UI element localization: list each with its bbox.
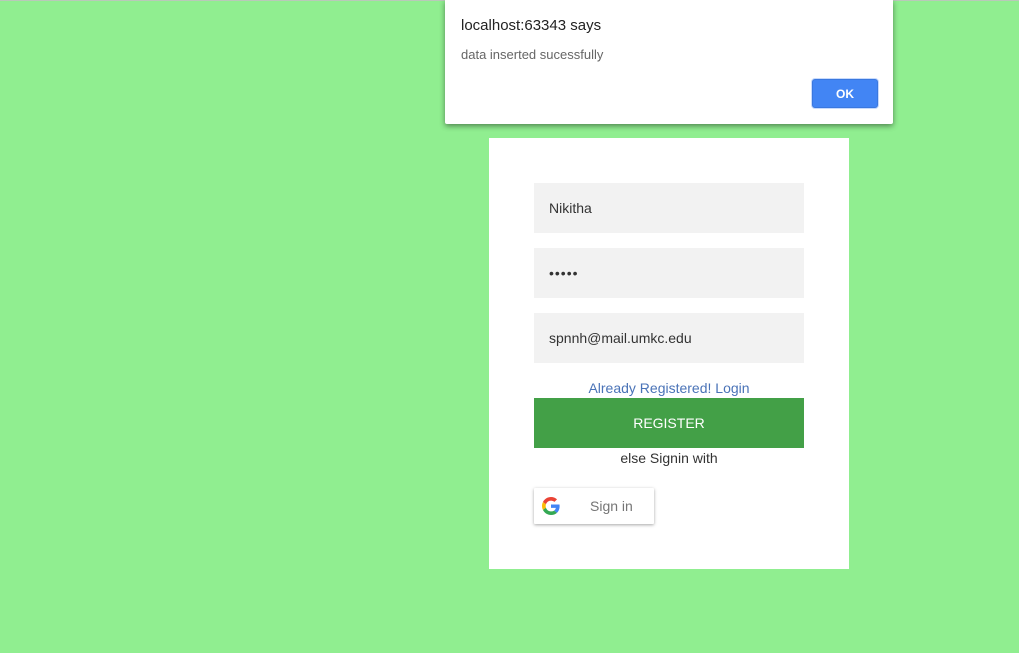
google-logo-icon [542, 497, 560, 515]
else-signin-text: else Signin with [620, 450, 718, 466]
name-field[interactable] [534, 183, 804, 233]
register-button[interactable]: REGISTER [534, 398, 804, 448]
password-field[interactable] [534, 248, 804, 298]
alert-dialog: localhost:63343 says data inserted suces… [445, 0, 893, 124]
register-card: Already Registered! Login REGISTER else … [489, 138, 849, 569]
dialog-message: data inserted sucessfully [461, 47, 604, 62]
email-field[interactable] [534, 313, 804, 363]
google-signin-button[interactable]: Sign in [534, 488, 654, 524]
dialog-title: localhost:63343 says [461, 17, 602, 34]
ok-button[interactable]: OK [812, 79, 878, 108]
login-link[interactable]: Already Registered! Login [489, 380, 849, 396]
google-signin-label: Sign in [590, 498, 633, 514]
